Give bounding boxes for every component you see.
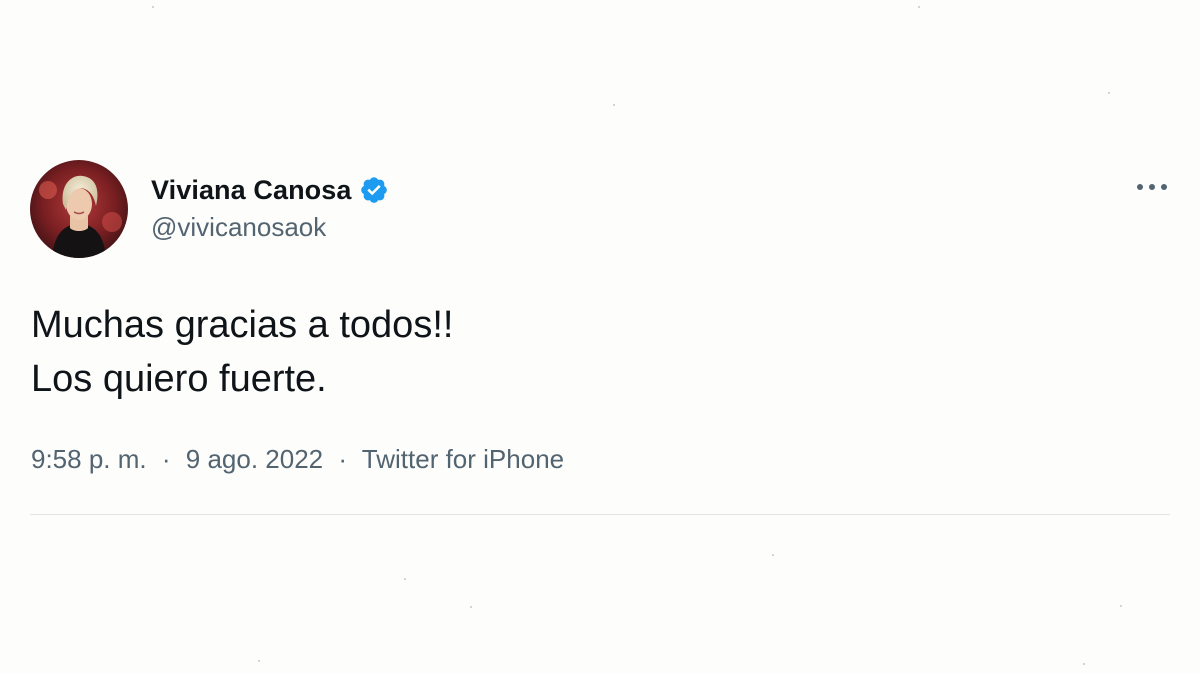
background-speck — [152, 6, 154, 8]
meta-separator: · — [338, 444, 348, 474]
display-name-row[interactable]: Viviana Canosa — [151, 170, 389, 210]
avatar[interactable] — [30, 160, 128, 258]
handle[interactable]: @vivicanosaok — [151, 212, 326, 243]
meta-separator: · — [161, 444, 171, 474]
background-speck — [258, 660, 260, 662]
background-speck — [918, 6, 920, 8]
background-speck — [613, 104, 615, 106]
tweet-date[interactable]: 9 ago. 2022 — [186, 444, 323, 474]
more-options-button[interactable] — [1132, 172, 1172, 202]
tweet-text: Muchas gracias a todos!! Los quiero fuer… — [31, 298, 1131, 406]
more-options-icon — [1137, 184, 1167, 190]
background-speck — [404, 578, 406, 580]
display-name[interactable]: Viviana Canosa — [151, 175, 352, 206]
tweet-card: Viviana Canosa @vivicanosaok Muchas grac… — [0, 0, 1200, 673]
background-speck — [1083, 663, 1085, 665]
tweet-source[interactable]: Twitter for iPhone — [362, 444, 564, 474]
avatar-image — [30, 160, 128, 258]
background-speck — [470, 606, 472, 608]
background-speck — [1108, 92, 1110, 94]
tweet-time[interactable]: 9:58 p. m. — [31, 444, 147, 474]
verified-badge-icon — [359, 175, 389, 205]
background-speck — [772, 554, 774, 556]
tweet-text-line: Los quiero fuerte. — [31, 358, 327, 400]
tweet-meta: 9:58 p. m. · 9 ago. 2022 · Twitter for i… — [31, 444, 564, 475]
tweet-text-line: Muchas gracias a todos!! — [31, 304, 454, 346]
background-speck — [1120, 605, 1122, 607]
divider — [30, 514, 1170, 515]
